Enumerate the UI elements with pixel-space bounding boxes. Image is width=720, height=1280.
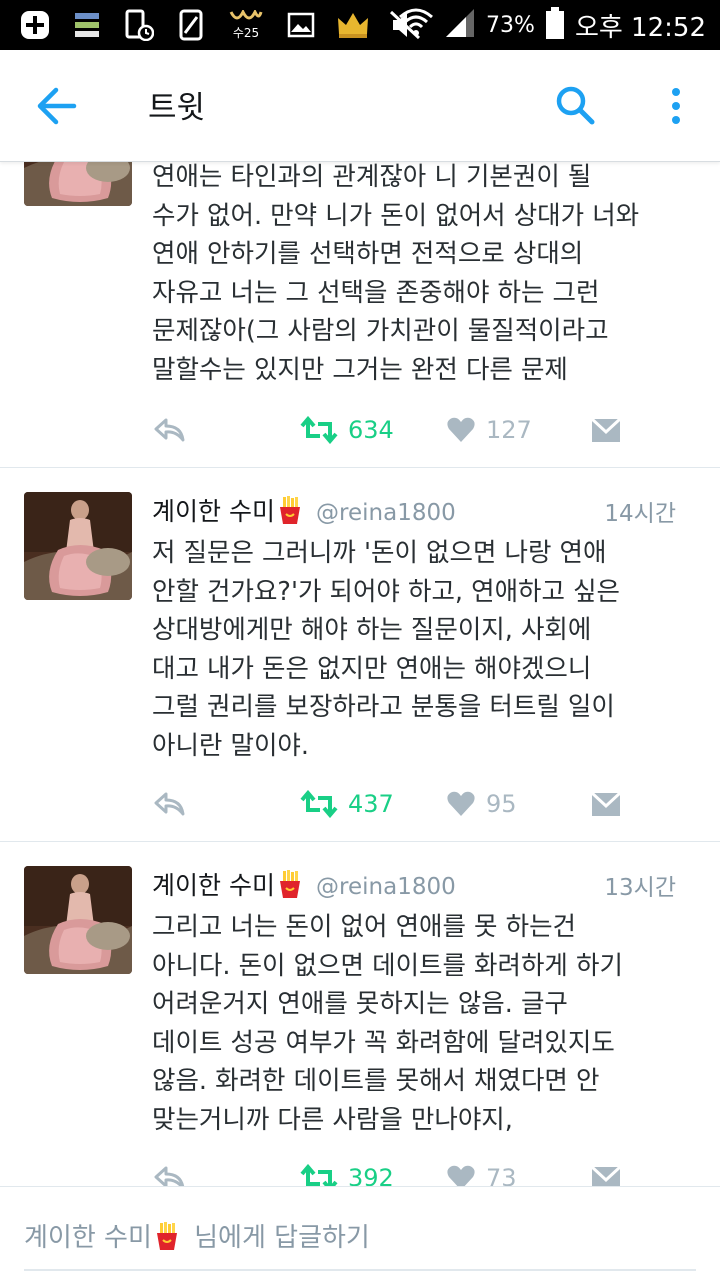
retweet-icon xyxy=(300,790,338,818)
user-avatar[interactable] xyxy=(24,866,132,974)
battery-icon xyxy=(545,6,565,44)
add-box-icon xyxy=(18,8,52,42)
tweet-text: 저 질문은 그러니까 '돈이 없으면 나랑 연애 안할 건가요?'가 되어야 하… xyxy=(152,534,702,765)
app-bar: 트윗 xyxy=(0,50,720,162)
status-time: 오후 12:52 xyxy=(574,12,706,43)
phone-no-sim-icon xyxy=(174,8,208,42)
status-bar: 수25 73% 오후 12:52 xyxy=(0,0,720,50)
battery-percent: 73% xyxy=(486,12,535,38)
envelope-icon xyxy=(590,1164,622,1186)
reply-icon xyxy=(152,1164,186,1186)
direct-message-button[interactable] xyxy=(590,1158,622,1186)
image-icon xyxy=(284,8,318,42)
tweet-text: 연애는 타인과의 관계잖아 니 기본권이 될 수가 없어. 만약 니가 돈이 없… xyxy=(152,162,702,389)
fries-icon xyxy=(277,496,303,524)
tweet-text-line: 저 질문은 그러니까 '돈이 없으면 나랑 연애 xyxy=(152,538,607,568)
tweet-text-line: 대고 내가 돈은 없지만 연애는 해야겠으니 xyxy=(152,653,592,684)
tweet-text-line: 상대방에게만 해야 하는 질문이지, 사회에 xyxy=(152,615,592,645)
like-count: 73 xyxy=(486,1164,517,1186)
tweet-text-line: 문제잖아(그 사람의 가치관이 물질적이라고 xyxy=(152,316,609,346)
retweet-count: 437 xyxy=(348,790,394,818)
more-vert-icon[interactable] xyxy=(662,82,690,130)
reply-placeholder-suffix: 님에게 답글하기 xyxy=(194,1223,370,1253)
reply-input[interactable]: 계이한 수미 님에게 답글하기 xyxy=(24,1217,370,1254)
tweet-text-line: 않음. 화려한 데이트를 못해서 채였다면 안 xyxy=(152,1066,600,1096)
retweet-button[interactable]: 392 xyxy=(300,1158,394,1186)
heart-icon xyxy=(446,416,476,444)
tweet-text-line: 그리고 너는 돈이 없어 연애를 못 하는건 xyxy=(152,912,576,942)
tweet-text-line: 데이트 성공 여부가 꼭 화려함에 달려있지도 xyxy=(152,1027,615,1058)
user-handle[interactable]: @reina1800 xyxy=(316,874,456,900)
reply-button[interactable] xyxy=(152,410,186,450)
user-handle[interactable]: @reina1800 xyxy=(316,500,456,526)
tweet[interactable]: 계이한 수미 @reina1800 14시간 저 질문은 그러니까 '돈이 없으… xyxy=(0,468,720,842)
phone-clock-icon xyxy=(122,8,156,42)
retweet-icon xyxy=(300,416,338,444)
tweet-actions: 634 127 xyxy=(152,410,672,450)
reply-icon xyxy=(152,790,186,818)
heart-icon xyxy=(446,790,476,818)
like-count: 95 xyxy=(486,790,517,818)
fries-icon xyxy=(154,1222,180,1250)
tweet-text-line: 말할수는 있지만 그거는 완전 다른 문제 xyxy=(152,354,568,385)
fries-icon xyxy=(277,870,303,898)
like-count: 127 xyxy=(486,416,532,444)
reply-recipient-name: 계이한 수미 xyxy=(24,1223,152,1253)
heart-icon xyxy=(446,1164,476,1186)
crown-icon xyxy=(336,8,370,42)
tweet-text-line: 어려운거지 연애를 못하지는 않음. 글구 xyxy=(152,989,568,1019)
tweet-text-line: 연애 안하기를 선택하면 전적으로 상대의 xyxy=(152,239,584,269)
user-display-name[interactable]: 계이한 수미 xyxy=(152,497,275,526)
envelope-icon xyxy=(590,416,622,444)
stack-icon xyxy=(70,8,104,42)
retweet-button[interactable]: 634 xyxy=(300,410,394,450)
reply-button[interactable] xyxy=(152,1158,186,1186)
tweet-text-line: 수가 없어. 만약 니가 돈이 없어서 상대가 너와 xyxy=(152,200,640,231)
reply-composer: 계이한 수미 님에게 답글하기 xyxy=(0,1186,720,1280)
user-avatar[interactable] xyxy=(24,162,132,206)
page-title: 트윗 xyxy=(148,90,206,126)
envelope-icon xyxy=(590,790,622,818)
wifi-icon xyxy=(398,7,434,43)
retweet-button[interactable]: 437 xyxy=(300,784,394,824)
back-arrow-icon[interactable] xyxy=(34,86,78,126)
reply-button[interactable] xyxy=(152,784,186,824)
retweet-count: 392 xyxy=(348,1164,394,1186)
tweet-text-line: 안할 건가요?'가 되어야 하고, 연애하고 싶은 xyxy=(152,576,620,607)
tweet-timestamp: 13시간 xyxy=(604,875,676,901)
direct-message-button[interactable] xyxy=(590,410,622,450)
tweet-header: 계이한 수미 @reina1800 13시간 xyxy=(152,866,700,906)
tweet[interactable]: 연애는 타인과의 관계잖아 니 기본권이 될 수가 없어. 만약 니가 돈이 없… xyxy=(0,162,720,468)
user-display-name[interactable]: 계이한 수미 xyxy=(152,871,275,900)
user-avatar[interactable] xyxy=(24,492,132,600)
tweet-text: 그리고 너는 돈이 없어 연애를 못 하는건 아니다. 돈이 없으면 데이트를 … xyxy=(152,908,702,1139)
retweet-icon xyxy=(300,1164,338,1186)
uv-index-icon: 수25 xyxy=(226,8,266,42)
like-button[interactable]: 73 xyxy=(446,1158,517,1186)
search-icon[interactable] xyxy=(554,84,598,128)
tweet-timestamp: 14시간 xyxy=(604,501,676,527)
tweet-text-line: 아니란 말이야. xyxy=(152,730,309,761)
reply-input-underline xyxy=(24,1269,696,1271)
status-notification-icons: 수25 xyxy=(18,8,422,42)
tweet[interactable]: 계이한 수미 @reina1800 13시간 그리고 너는 돈이 없어 연애를 … xyxy=(0,842,720,1186)
uv-index-label: 수25 xyxy=(232,26,260,40)
tweet-actions: 437 95 xyxy=(152,784,672,824)
signal-icon xyxy=(444,7,476,43)
retweet-count: 634 xyxy=(348,416,394,444)
reply-icon xyxy=(152,416,186,444)
tweet-text-line: 맞는거니까 다른 사람을 만나야지, xyxy=(152,1104,513,1135)
tweet-text-line: 아니다. 돈이 없으면 데이트를 화려하게 하기 xyxy=(152,950,623,981)
conversation-timeline[interactable]: 연애는 타인과의 관계잖아 니 기본권이 될 수가 없어. 만약 니가 돈이 없… xyxy=(0,162,720,1186)
like-button[interactable]: 95 xyxy=(446,784,517,824)
tweet-text-line: 연애는 타인과의 관계잖아 니 기본권이 될 xyxy=(152,162,592,192)
tweet-header: 계이한 수미 @reina1800 14시간 xyxy=(152,492,700,532)
tweet-text-line: 그럴 권리를 보장하라고 분통을 터트릴 일이 xyxy=(152,692,615,722)
tweet-actions: 392 73 xyxy=(152,1158,672,1186)
tweet-text-line: 자유고 너는 그 선택을 존중해야 하는 그런 xyxy=(152,277,600,308)
status-system-icons: 73% 오후 12:52 xyxy=(398,6,706,44)
direct-message-button[interactable] xyxy=(590,784,622,824)
like-button[interactable]: 127 xyxy=(446,410,532,450)
